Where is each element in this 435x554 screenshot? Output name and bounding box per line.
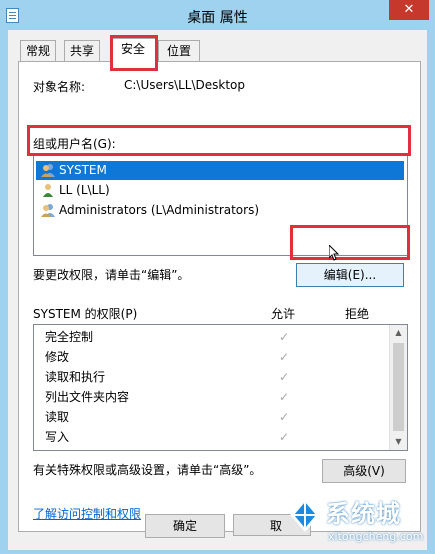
permission-name: 列出文件夹内容	[45, 390, 130, 404]
allow-check-icon: ✓	[279, 390, 290, 404]
edit-hint: 要更改权限，请单击“编辑”。	[33, 268, 190, 282]
dialog-body: 常规 共享 安全 位置 对象名称: C:\Users\LL\Desktop 组或…	[8, 30, 427, 550]
tab-security[interactable]: 安全	[110, 38, 156, 62]
permissions-list[interactable]: 完全控制 ✓ 修改 ✓ 读取和执行 ✓ 列出文件夹内容 ✓ 读取 ✓ 写入 ✓ …	[33, 324, 408, 451]
permission-name: 读取和执行	[45, 370, 106, 384]
windows-logo-icon	[290, 498, 320, 532]
permission-name: 修改	[45, 350, 70, 364]
list-item-label: Administrators (L\Administrators)	[59, 203, 260, 217]
list-item-system[interactable]: SYSTEM	[36, 161, 404, 180]
permissions-scrollbar[interactable]: ▲ ▼	[389, 325, 407, 450]
mouse-pointer-icon	[329, 245, 339, 261]
user-icon	[43, 184, 53, 197]
list-item-ll[interactable]: LL (L\LL)	[36, 181, 404, 200]
scroll-up-icon[interactable]: ▲	[390, 325, 407, 341]
security-panel: 对象名称: C:\Users\LL\Desktop 组或用户名(G): SYST…	[18, 61, 421, 532]
users-group-icon	[41, 204, 55, 217]
scroll-down-icon[interactable]: ▼	[390, 434, 407, 450]
groups-label: 组或用户名(G):	[33, 137, 116, 151]
list-item-administrators[interactable]: Administrators (L\Administrators)	[36, 201, 404, 220]
list-item-label: LL (L\LL)	[59, 183, 110, 197]
permission-name: 读取	[45, 410, 70, 424]
edit-button[interactable]: 编辑(E)...	[296, 263, 404, 287]
allow-header: 允许	[271, 307, 296, 321]
permission-row: 写入 ✓	[34, 427, 386, 447]
permission-row: 列出文件夹内容 ✓	[34, 387, 386, 407]
permission-row: 完全控制 ✓	[34, 327, 386, 347]
watermark-url: xitongcheng.com	[328, 530, 424, 543]
users-group-icon	[41, 164, 55, 177]
properties-window: 桌面 属性 ✕ 常规 共享 安全 位置 对象名称: C:\Users\LL\De…	[0, 0, 435, 554]
watermark: 系统城 xitongcheng.com	[282, 490, 432, 552]
allow-check-icon: ✓	[279, 370, 290, 384]
allow-check-icon: ✓	[279, 430, 290, 444]
object-name-label: 对象名称:	[33, 80, 86, 94]
allow-check-icon: ✓	[279, 330, 290, 344]
deny-header: 拒绝	[345, 307, 370, 321]
close-button[interactable]: ✕	[389, 0, 429, 20]
learn-permissions-link[interactable]: 了解访问控制和权限	[33, 505, 141, 522]
permission-row: 读取 ✓	[34, 407, 386, 427]
list-item-label: SYSTEM	[59, 163, 107, 177]
permission-name: 写入	[45, 430, 70, 444]
allow-check-icon: ✓	[279, 350, 290, 364]
allow-check-icon: ✓	[279, 410, 290, 424]
tab-location[interactable]: 位置	[158, 40, 200, 61]
permission-row: 修改 ✓	[34, 347, 386, 367]
advanced-hint: 有关特殊权限或高级设置，请单击“高级”。	[33, 463, 262, 477]
scroll-thumb[interactable]	[393, 343, 404, 431]
tab-sharing[interactable]: 共享	[64, 40, 100, 61]
watermark-name: 系统城	[326, 500, 401, 528]
groups-list[interactable]: SYSTEM LL (L\LL) Administrators (L\Admin…	[33, 154, 408, 256]
permission-row: 读取和执行 ✓	[34, 367, 386, 387]
permissions-label: SYSTEM 的权限(P)	[33, 307, 138, 321]
object-name-value: C:\Users\LL\Desktop	[124, 78, 246, 92]
tab-general[interactable]: 常规	[20, 40, 56, 61]
window-title: 桌面 属性	[187, 10, 248, 26]
permission-name: 完全控制	[45, 330, 94, 344]
advanced-button[interactable]: 高级(V)	[322, 459, 406, 483]
title-bar[interactable]: 桌面 属性 ✕	[0, 0, 435, 30]
ok-button[interactable]: 确定	[145, 514, 225, 538]
